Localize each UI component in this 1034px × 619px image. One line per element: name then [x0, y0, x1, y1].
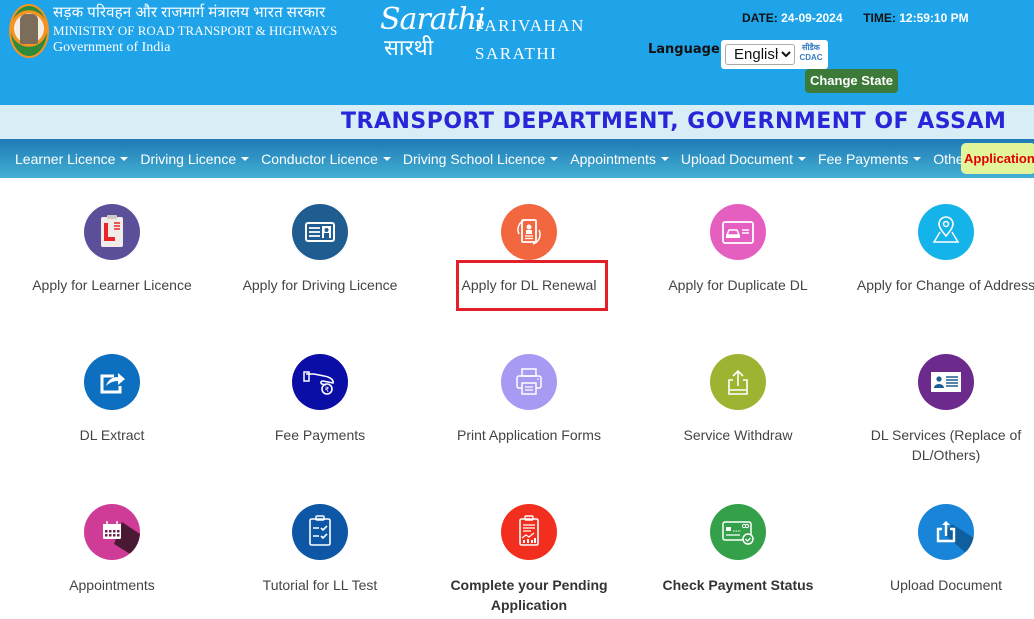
tile-dl-services[interactable]: DL Services (Replace of DL/Others) — [846, 354, 1034, 465]
language-box: English सीडैक CDAC — [721, 40, 828, 69]
tile-label: Service Withdraw — [683, 427, 793, 443]
share-export-icon — [84, 354, 140, 410]
highlight-box-dl-renewal — [456, 260, 608, 311]
nav-fee-payments[interactable]: Fee Payments — [817, 150, 922, 167]
change-state-button[interactable]: Change State — [805, 69, 898, 93]
nav-label: Driving School Licence — [402, 150, 546, 167]
tile-label: Apply for Driving Licence — [242, 277, 398, 293]
nav-label: Upload Document — [680, 150, 793, 167]
nav-label: Learner Licence — [15, 150, 116, 167]
renewal-document-icon — [501, 204, 557, 260]
tile-apply-driving-licence[interactable]: Apply for Driving Licence — [220, 204, 420, 295]
tile-appointments[interactable]: Appointments — [12, 504, 212, 595]
tile-apply-change-of-address[interactable]: Apply for Change of Address — [846, 204, 1034, 295]
brand-text: PARIVAHAN SARATHI — [475, 12, 585, 68]
tile-label: Upload Document — [889, 577, 1003, 593]
tile-label: DL Services (Replace of DL/Others) — [870, 427, 1022, 463]
language-label: Language: — [648, 42, 725, 57]
date-label: DATE: — [742, 11, 778, 25]
tile-label: Apply for Change of Address — [856, 277, 1034, 293]
nav-application-status[interactable]: Application — [961, 143, 1034, 174]
tile-service-withdraw[interactable]: Service Withdraw — [638, 354, 838, 445]
nav-label: Fee Payments — [817, 150, 909, 167]
tile-apply-learner-licence[interactable]: Apply for Learner Licence — [12, 204, 212, 295]
ministry-english-text: MINISTRY OF ROAD TRANSPORT & HIGHWAYS — [53, 23, 338, 38]
brand-line-1: PARIVAHAN — [475, 16, 585, 35]
cdac-hindi-text: सीडैक — [802, 43, 820, 52]
nav-learner-licence[interactable]: Learner Licence — [15, 150, 129, 167]
nav-label: Appointments — [570, 150, 656, 167]
tile-label: Check Payment Status — [662, 577, 814, 593]
cdac-text: CDAC — [799, 53, 823, 62]
logo-text-hindi: सारथी — [384, 36, 434, 61]
tile-label: Complete your Pending Application — [450, 577, 608, 613]
date-value: 24-09-2024 — [781, 11, 843, 25]
tile-apply-duplicate-dl[interactable]: Apply for Duplicate DL — [638, 204, 838, 295]
tile-complete-pending-application[interactable]: Complete your Pending Application — [429, 504, 629, 615]
payment-card-check-icon — [710, 504, 766, 560]
ministry-hindi-text: सड़क परिवहन और राजमार्ग मंत्रालय भारत सर… — [53, 5, 326, 21]
ministry-block: सड़क परिवहन और राजमार्ग मंत्रालय भारत सर… — [53, 4, 337, 56]
nav-upload-document[interactable]: Upload Document — [681, 151, 806, 167]
clipboard-l-icon — [84, 204, 140, 260]
time-label: TIME: — [863, 11, 896, 25]
tile-label: Tutorial for LL Test — [262, 577, 378, 593]
tile-dl-extract[interactable]: DL Extract — [12, 354, 212, 445]
government-text: Government of India — [53, 40, 171, 55]
language-select[interactable]: English — [725, 44, 795, 65]
department-banner: TRANSPORT DEPARTMENT, GOVERNMENT OF ASSA… — [0, 105, 1034, 139]
brand-line-2: SARATHI — [475, 44, 558, 63]
nav-conductor-licence[interactable]: Conductor Licence — [261, 151, 391, 167]
tile-label: Print Application Forms — [457, 427, 601, 443]
caret-down-icon — [241, 156, 250, 161]
national-emblem-logo — [9, 4, 49, 58]
tray-upload-icon — [710, 354, 766, 410]
caret-down-icon — [382, 156, 391, 161]
caret-down-icon — [550, 156, 559, 161]
nav-label: Conductor Licence — [261, 150, 378, 167]
nav-driving-licence[interactable]: Driving Licence — [140, 150, 250, 167]
tile-label: Apply for Learner Licence — [32, 277, 192, 293]
cdac-logo: सीडैक CDAC — [797, 43, 825, 67]
time-value: 12:59:10 PM — [899, 11, 969, 25]
calendar-icon — [84, 504, 140, 560]
main-navbar: Learner Licence Driving Licence Conducto… — [0, 139, 1034, 178]
nav-driving-school-licence[interactable]: Driving School Licence — [402, 150, 559, 167]
car-card-icon — [710, 204, 766, 260]
department-title: TRANSPORT DEPARTMENT, GOVERNMENT OF ASSA… — [341, 109, 1007, 134]
map-pin-icon — [918, 204, 974, 260]
tile-print-application-forms[interactable]: Print Application Forms — [429, 354, 629, 445]
tile-label: Apply for Duplicate DL — [668, 277, 808, 293]
sarathi-logo[interactable]: Sarathi सारथी — [380, 2, 486, 64]
svg-text:₹: ₹ — [325, 386, 330, 394]
hand-coin-icon: ₹ — [292, 354, 348, 410]
nav-label: Driving Licence — [140, 150, 237, 167]
profile-card-icon — [918, 354, 974, 410]
caret-down-icon — [913, 156, 922, 161]
tile-label: DL Extract — [79, 427, 145, 443]
checklist-icon — [292, 504, 348, 560]
tile-label: Fee Payments — [274, 427, 366, 443]
printer-icon — [501, 354, 557, 410]
caret-down-icon — [120, 156, 129, 161]
tile-label: Appointments — [69, 577, 155, 593]
date-time-display: DATE: 24-09-2024 TIME: 12:59:10 PM — [742, 11, 969, 25]
upload-icon — [918, 504, 974, 560]
tile-check-payment-status[interactable]: Check Payment Status — [638, 504, 838, 595]
caret-down-icon — [660, 156, 669, 161]
nav-appointments[interactable]: Appointments — [570, 151, 669, 167]
top-header: सड़क परिवहन और राजमार्ग मंत्रालय भारत सर… — [0, 0, 1034, 105]
report-clipboard-icon — [501, 504, 557, 560]
id-card-icon — [292, 204, 348, 260]
tile-upload-document[interactable]: Upload Document — [846, 504, 1034, 595]
tile-fee-payments[interactable]: ₹ Fee Payments — [220, 354, 420, 445]
tile-tutorial-ll-test[interactable]: Tutorial for LL Test — [220, 504, 420, 595]
caret-down-icon — [797, 156, 806, 161]
